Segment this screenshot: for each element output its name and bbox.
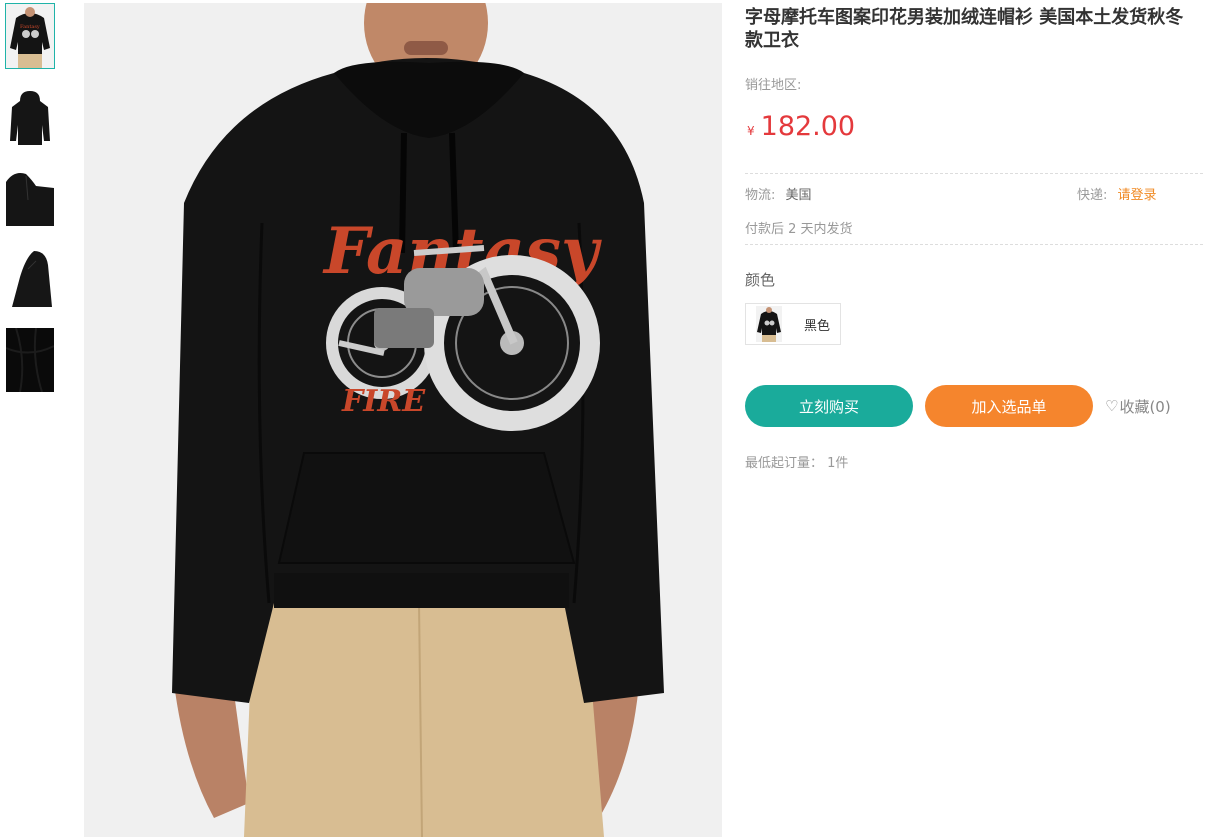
color-option-black[interactable]: 黑色	[745, 303, 841, 345]
minimum-order-quantity: 最低起订量： 1件	[745, 456, 849, 471]
thumbnail-fabric[interactable]	[5, 327, 55, 393]
price-row: ¥ 182.00	[745, 111, 1205, 147]
hoodie-model-illustration: Fantasy FIRE	[84, 3, 722, 837]
hoodie-side-model-thumbnail	[6, 247, 54, 311]
thumbnail-strip: Fantasy	[5, 3, 59, 408]
hoodie-back-thumbnail	[6, 85, 54, 149]
hoodie-front-thumbnail: Fantasy	[6, 4, 54, 68]
color-option-label: 黑色	[804, 318, 831, 334]
login-link[interactable]: 请登录	[1118, 188, 1157, 203]
svg-text:Fantasy: Fantasy	[20, 24, 40, 30]
favorite-label: 收藏(0)	[1119, 397, 1171, 416]
price: 182.00	[760, 111, 856, 142]
heart-icon: ♡	[1105, 397, 1119, 415]
thumbnail-front[interactable]: Fantasy	[5, 3, 55, 69]
shipping-row: 物流: 美国 快递: 请登录	[745, 184, 1205, 204]
favorite-button[interactable]: ♡ 收藏(0)	[1105, 396, 1171, 417]
add-to-selection-button[interactable]: 加入选品单	[925, 385, 1093, 427]
thumbnail-side[interactable]	[5, 165, 55, 231]
sales-region-label: 销往地区:	[745, 78, 802, 93]
shipping-value: 美国	[785, 188, 812, 203]
main-product-image[interactable]: Fantasy FIRE	[84, 3, 722, 837]
fabric-closeup-thumbnail	[6, 328, 54, 392]
product-title: 字母摩托车图案印花男装加绒连帽衫 美国本土发货秋冬款卫衣	[745, 7, 1184, 51]
product-info-panel: 字母摩托车图案印花男装加绒连帽衫 美国本土发货秋冬款卫衣 销往地区: ¥ 182…	[745, 0, 1205, 471]
hoodie-side-thumbnail	[6, 166, 54, 230]
express-label: 快递:	[1077, 188, 1108, 203]
thumbnail-back[interactable]	[5, 84, 55, 150]
action-row: 立刻购买 加入选品单 ♡ 收藏(0)	[745, 385, 1205, 427]
divider	[745, 244, 1203, 245]
thumbnail-side-model[interactable]	[5, 246, 55, 312]
delivery-note: 付款后 2 天内发货	[745, 222, 853, 237]
color-swatch-image	[756, 306, 782, 342]
divider	[745, 173, 1203, 174]
express-info: 快递: 请登录	[1077, 184, 1157, 203]
color-label: 颜色	[745, 271, 776, 289]
currency-symbol: ¥	[747, 124, 755, 138]
buy-now-button[interactable]: 立刻购买	[745, 385, 913, 427]
shipping-label: 物流:	[745, 188, 776, 203]
print-text-bottom: FIRE	[341, 384, 426, 419]
